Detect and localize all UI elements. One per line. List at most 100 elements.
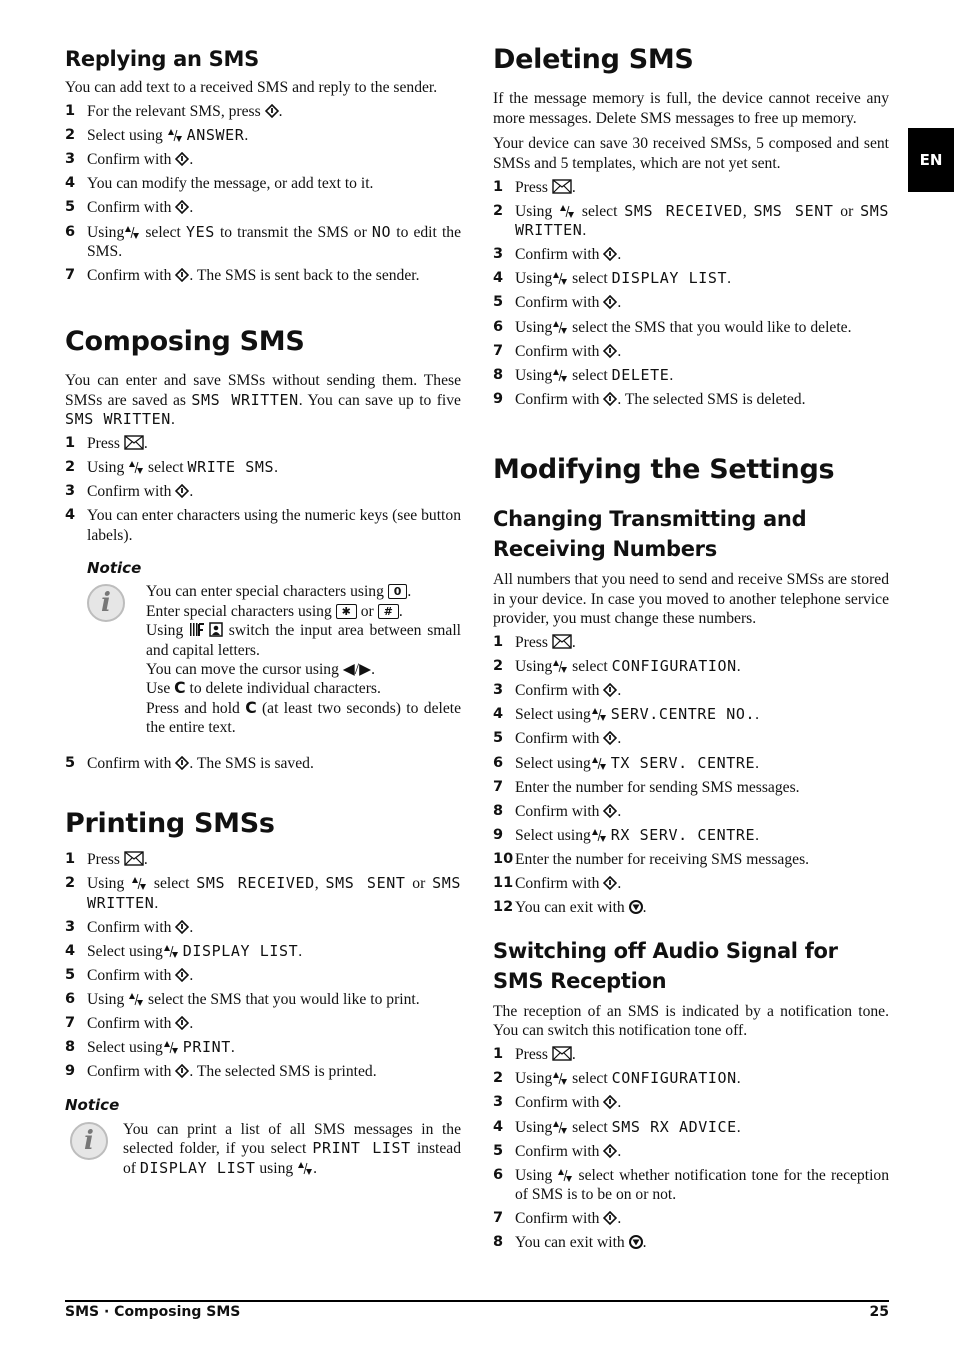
up-down-arrows-icon: [557, 1168, 573, 1182]
up-down-arrows-icon: [552, 1071, 568, 1086]
envelope-icon: [552, 634, 572, 649]
up-down-arrows-icon: [128, 992, 144, 1006]
section-intro: You can enter and save SMSs without send…: [65, 372, 461, 428]
ok-diamond-icon: [175, 919, 190, 934]
step: 2 Select using ANSWER.: [65, 126, 249, 145]
step: 5 Confirm with .: [493, 1142, 622, 1160]
up-down-arrows-icon: [552, 320, 568, 334]
up-down-arrows-icon: [163, 1040, 179, 1055]
section-title: Deleting SMS: [493, 44, 694, 75]
section-title: Modifying the Settings: [493, 454, 835, 485]
stop-icon: [628, 900, 643, 915]
page-number: 25: [869, 1304, 889, 1320]
envelope-icon: [552, 1046, 572, 1061]
step: 5 Confirm with .: [493, 730, 622, 748]
step: 2 Using select SMS RECEIVED, SMS SENT or …: [493, 201, 890, 240]
subsection-title: Switching off Audio Signal for SMS Recep…: [493, 938, 838, 993]
step: 5 Confirm with .: [65, 199, 194, 217]
ok-diamond-icon: [603, 295, 618, 310]
step: 6 Select using TX SERV. CENTRE.: [493, 753, 760, 772]
section-title: Composing SMS: [65, 326, 305, 357]
step: 3 Confirm with .: [65, 918, 194, 936]
section-modifying: Modifying the Settings Changing Transmit…: [493, 454, 889, 1253]
ok-diamond-icon: [175, 967, 190, 982]
section-printing: Printing SMSs 1 Press . 2 Using select SMS…: [65, 808, 461, 1178]
step-list: 1 Press . 2 Using select WRITE SMS. 3 Confi…: [65, 434, 461, 545]
step: 5 Confirm with .: [65, 966, 194, 984]
ok-diamond-icon: [603, 343, 618, 358]
ok-diamond-icon: [175, 268, 190, 283]
key-hash-icon: #: [377, 603, 399, 619]
step: 4 You can modify the message, or add text…: [65, 175, 374, 193]
section-title: Replying an SMS: [65, 47, 259, 71]
step: 3 Confirm with .: [65, 151, 194, 169]
up-down-arrows-icon: [297, 1161, 313, 1175]
step-list: 1 For the relevant SMS, press . 2 Select u…: [65, 102, 461, 286]
ok-diamond-icon: [175, 755, 190, 770]
ok-diamond-icon: [603, 247, 618, 262]
step: 3 Confirm with .: [65, 483, 194, 501]
step: 4 Select using SERV.CENTRE NO..: [493, 705, 760, 724]
up-down-arrows-icon: [124, 225, 140, 239]
envelope-icon: [124, 435, 144, 450]
up-down-arrows-icon: [552, 1120, 568, 1134]
ok-diamond-icon: [603, 1211, 618, 1226]
section-deleting: Deleting SMS If the message memory is fu…: [493, 44, 889, 409]
clear-key-icon: C: [245, 698, 257, 717]
step: 2 Using select CONFIGURATION.: [493, 657, 741, 676]
up-down-arrows-icon: [163, 944, 179, 958]
ok-diamond-icon: [175, 200, 190, 215]
step: 5 Confirm with . The SMS is saved.: [65, 754, 314, 772]
clear-key-icon: C: [174, 679, 186, 698]
ok-diamond-icon: [603, 1143, 618, 1158]
step-list: 1 Press . 2 Using select SMS RECEIVED, SMS…: [65, 850, 461, 1082]
step: 12 You can exit with .: [493, 899, 647, 917]
step: 6 Using select the SMS that you would lik…: [493, 318, 852, 336]
up-down-arrows-icon: [552, 659, 568, 674]
step: 4 Using select SMS RX ADVICE.: [493, 1117, 741, 1136]
step: 7 Enter the number for sending SMS messag…: [493, 778, 800, 796]
ok-diamond-icon: [603, 876, 618, 890]
ok-diamond-icon: [175, 1016, 190, 1030]
ok-diamond-icon: [175, 152, 190, 167]
notice-text: You can enter special characters using 0…: [146, 583, 462, 737]
step: 2 Using select SMS RECEIVED, SMS SENT or …: [65, 874, 462, 912]
section-intro: You can add text to a received SMS and r…: [65, 79, 438, 96]
up-down-arrows-icon: [552, 271, 568, 286]
step-list: 1 Press . 2 Using select CONFIGURATION. 3C…: [493, 633, 889, 918]
section-replying: Replying an SMS You can add text to a re…: [65, 44, 461, 286]
ok-diamond-icon: [603, 683, 618, 698]
step: 2 Using select CONFIGURATION.: [493, 1069, 741, 1088]
left-right-arrows-icon: ◀/▶: [342, 661, 372, 678]
notice-title: Notice: [65, 1095, 120, 1114]
case-switch-icon: [190, 622, 223, 637]
info-icon: i: [70, 1121, 108, 1160]
step: 7 Confirm with . The SMS is sent back to …: [65, 267, 420, 285]
step-list: 1 Press . 2 Using select CONFIGURATION. 3C…: [493, 1045, 889, 1253]
step-list: 5 Confirm with . The SMS is saved.: [65, 754, 461, 774]
step: 7 Confirm with .: [493, 342, 622, 360]
step: 1 Press .: [65, 435, 148, 453]
ok-diamond-icon: [175, 484, 190, 499]
step: 10 Enter the number for receiving SMS mes…: [493, 850, 810, 868]
step: 3 Confirm with .: [493, 246, 622, 264]
key-0-icon: 0: [387, 584, 408, 600]
step-list: 1 Press . 2 Using select SMS RECEIVED, SMS…: [493, 178, 889, 410]
ok-diamond-icon: [175, 1064, 190, 1079]
step: 4 You can enter characters using the nume…: [65, 507, 461, 544]
ok-diamond-icon: [603, 391, 618, 406]
key-star-icon: ✱: [335, 603, 357, 619]
stop-icon: [628, 1235, 643, 1250]
step: 8 Select using PRINT.: [65, 1038, 235, 1057]
envelope-icon: [552, 178, 572, 194]
up-down-arrows-icon: [131, 876, 147, 891]
notice: Notice i You can print a list of all SMS…: [65, 1096, 461, 1178]
step: 11 Confirm with .: [493, 875, 622, 893]
section-composing: Composing SMS You can enter and save SMS…: [65, 326, 461, 773]
up-down-arrows-icon: [552, 368, 568, 382]
notice-title: Notice: [87, 559, 142, 578]
footer-divider: [65, 1300, 889, 1302]
step: 7 Confirm with .: [493, 1210, 622, 1228]
notice-text: You can print a list of all SMS messages…: [123, 1120, 461, 1177]
step: 8 You can exit with .: [493, 1234, 647, 1252]
